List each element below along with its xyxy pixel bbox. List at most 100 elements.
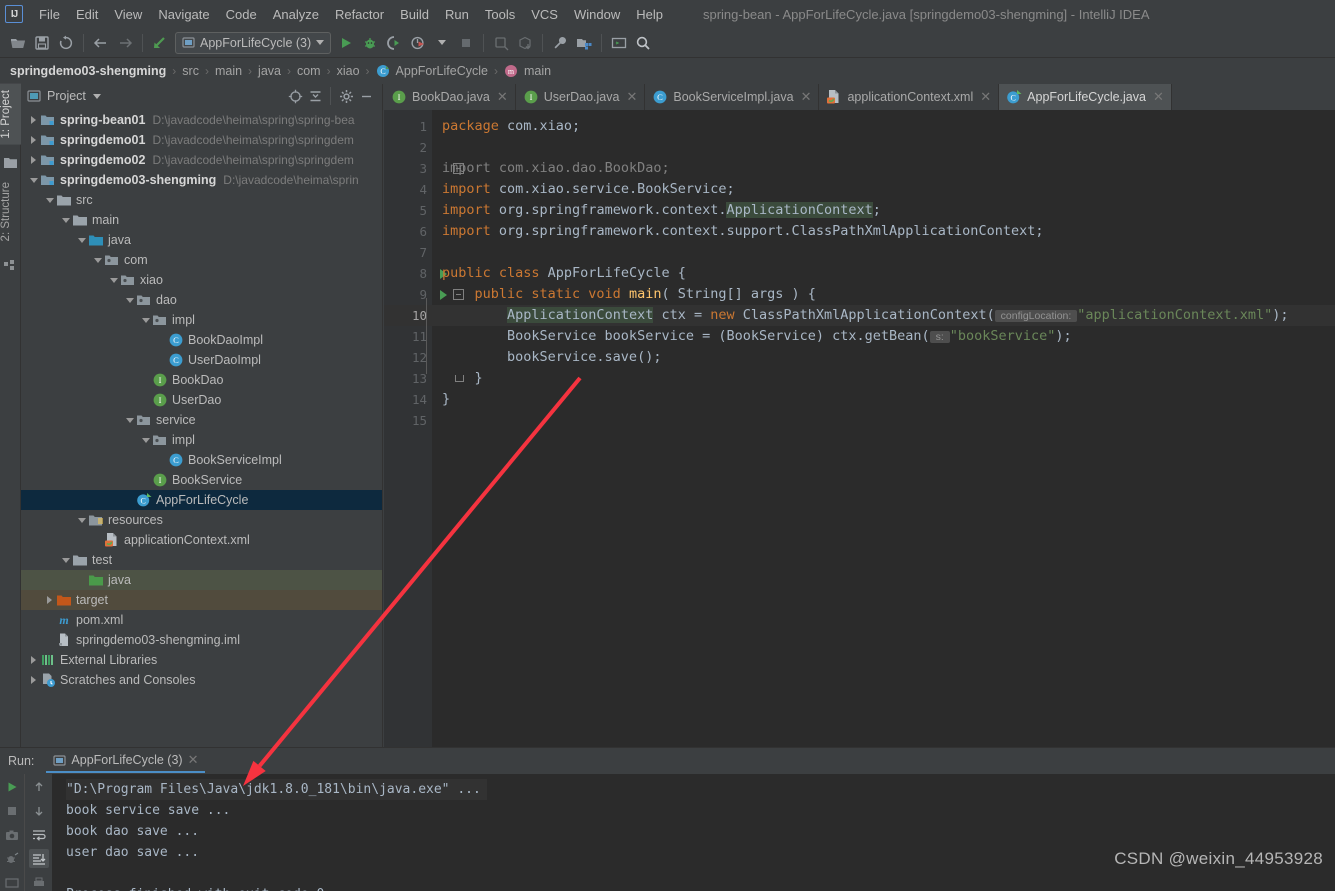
- gutter-line-8[interactable]: 8: [384, 263, 447, 284]
- undo-icon[interactable]: [148, 31, 172, 55]
- breadcrumb-item-springdemo03-shengming[interactable]: springdemo03-shengming: [10, 64, 166, 78]
- tree-row-impl[interactable]: impl: [21, 430, 382, 450]
- minimize-icon[interactable]: [356, 86, 376, 106]
- code-line-12[interactable]: bookService.save();: [432, 347, 1335, 368]
- code-text-area[interactable]: package com.xiao; import com.xiao.dao.Bo…: [432, 110, 1335, 747]
- chevron-down-icon[interactable]: [139, 314, 152, 327]
- close-icon[interactable]: ✕: [626, 89, 637, 105]
- menu-item-tools[interactable]: Tools: [477, 4, 523, 25]
- chevron-down-icon[interactable]: [139, 434, 152, 447]
- chevron-down-icon[interactable]: [75, 514, 88, 527]
- code-line-2[interactable]: [432, 137, 1335, 158]
- gutter-line-10[interactable]: 10: [384, 305, 432, 326]
- tree-row-service[interactable]: service: [21, 410, 382, 430]
- tree-row-springdemo01[interactable]: springdemo01 D:\javadcode\heima\spring\sp…: [21, 130, 382, 150]
- tree-row-dao[interactable]: dao: [21, 290, 382, 310]
- menu-item-view[interactable]: View: [106, 4, 150, 25]
- tree-row-pom-xml[interactable]: m pom.xml: [21, 610, 382, 630]
- run-icon[interactable]: [334, 31, 358, 55]
- code-line-13[interactable]: }: [432, 368, 1335, 389]
- gutter-line-3[interactable]: 3: [384, 158, 464, 179]
- chevron-down-icon-project[interactable]: [92, 93, 101, 99]
- print-icon[interactable]: [29, 873, 49, 891]
- thread-dump-icon[interactable]: [2, 849, 22, 868]
- sidebar-item-project[interactable]: 1: Project: [0, 84, 21, 145]
- code-line-3[interactable]: import com.xiao.dao.BookDao;: [432, 158, 1335, 179]
- chevron-right-icon[interactable]: [27, 674, 40, 687]
- sidebar-item-structure[interactable]: 2: Structure: [0, 176, 21, 247]
- menu-item-analyze[interactable]: Analyze: [265, 4, 327, 25]
- run-configuration-selector[interactable]: AppForLifeCycle (3): [175, 31, 332, 54]
- console-output[interactable]: "D:\Program Files\Java\jdk1.8.0_181\bin\…: [52, 774, 1335, 891]
- chevron-down-icon[interactable]: [59, 554, 72, 567]
- menu-item-window[interactable]: Window: [566, 4, 628, 25]
- tree-row-userdao[interactable]: I UserDao: [21, 390, 382, 410]
- menu-item-navigate[interactable]: Navigate: [150, 4, 217, 25]
- code-line-1[interactable]: package com.xiao;: [432, 116, 1335, 137]
- settings-wrench-icon[interactable]: [548, 31, 572, 55]
- chevron-right-icon[interactable]: [43, 594, 56, 607]
- editor-tab-bookserviceimpl-java[interactable]: C BookServiceImpl.java ✕: [645, 84, 820, 110]
- tree-row-appforlifecycle[interactable]: C AppForLifeCycle: [21, 490, 382, 510]
- gear-icon[interactable]: [336, 86, 356, 106]
- tree-row-java[interactable]: java: [21, 230, 382, 250]
- chevron-right-icon[interactable]: [27, 654, 40, 667]
- tree-row-external-libraries[interactable]: External Libraries: [21, 650, 382, 670]
- back-arrow-icon[interactable]: [89, 31, 113, 55]
- screenshot-icon[interactable]: [2, 826, 22, 845]
- tree-row-scratches-and-consoles[interactable]: Scratches and Consoles: [21, 670, 382, 690]
- soft-wrap-icon[interactable]: [29, 826, 49, 845]
- code-line-14[interactable]: }: [432, 389, 1335, 410]
- gutter-line-5[interactable]: 5: [384, 200, 432, 221]
- close-icon[interactable]: ✕: [801, 89, 812, 105]
- editor-gutter[interactable]: 1 2 3 4 5 6 7 8 9 10 11 12 13 14 15: [384, 110, 464, 747]
- chevron-down-icon[interactable]: [43, 194, 56, 207]
- scroll-up-icon[interactable]: [29, 778, 49, 797]
- tree-row-xiao[interactable]: xiao: [21, 270, 382, 290]
- chevron-down-icon[interactable]: [123, 294, 136, 307]
- gutter-line-15[interactable]: 15: [384, 410, 432, 431]
- tree-row-spring-bean01[interactable]: spring-bean01 D:\javadcode\heima\spring\s…: [21, 110, 382, 130]
- menu-item-build[interactable]: Build: [392, 4, 437, 25]
- gutter-line-13[interactable]: 13: [384, 368, 464, 389]
- editor-tab-bookdao-java[interactable]: I BookDao.java ✕: [384, 84, 516, 110]
- editor-tab-userdao-java[interactable]: I UserDao.java ✕: [516, 84, 646, 110]
- code-line-8[interactable]: public class AppForLifeCycle {: [432, 263, 1335, 284]
- code-line-9[interactable]: public static void main( String[] args )…: [432, 284, 1335, 305]
- tree-row-springdemo03-shengming[interactable]: springdemo03-shengming D:\javadcode\heima…: [21, 170, 382, 190]
- tree-row-impl[interactable]: impl: [21, 310, 382, 330]
- chevron-down-icon[interactable]: [75, 234, 88, 247]
- gutter-line-11[interactable]: 11: [384, 326, 432, 347]
- editor-tab-appforlifecycle-java[interactable]: C AppForLifeCycle.java ✕: [999, 84, 1172, 110]
- tree-row-bookdaoimpl[interactable]: C BookDaoImpl: [21, 330, 382, 350]
- close-icon[interactable]: ✕: [1153, 89, 1164, 105]
- code-line-7[interactable]: [432, 242, 1335, 263]
- console-icon[interactable]: [2, 873, 22, 891]
- collapse-all-icon[interactable]: [305, 86, 325, 106]
- tree-row-bookdao[interactable]: I BookDao: [21, 370, 382, 390]
- gutter-line-9[interactable]: 9: [384, 284, 464, 305]
- menu-item-code[interactable]: Code: [218, 4, 265, 25]
- tree-row-java[interactable]: java: [21, 570, 382, 590]
- breadcrumb-item-com[interactable]: com: [297, 64, 321, 78]
- tree-row-bookserviceimpl[interactable]: C BookServiceImpl: [21, 450, 382, 470]
- gutter-line-7[interactable]: 7: [384, 242, 432, 263]
- terminal-icon[interactable]: [607, 31, 631, 55]
- chevron-down-icon[interactable]: [59, 214, 72, 227]
- profiler-icon[interactable]: [406, 31, 430, 55]
- breadcrumb-item-src[interactable]: src: [182, 64, 199, 78]
- breadcrumb-item-xiao[interactable]: xiao: [337, 64, 360, 78]
- breadcrumb-item-appforlifecycle[interactable]: AppForLifeCycle: [396, 64, 488, 78]
- tree-row-bookservice[interactable]: I BookService: [21, 470, 382, 490]
- gutter-line-6[interactable]: 6: [384, 221, 432, 242]
- menu-item-run[interactable]: Run: [437, 4, 477, 25]
- gutter-line-2[interactable]: 2: [384, 137, 432, 158]
- debug-icon[interactable]: [358, 31, 382, 55]
- tree-row-applicationcontext-xml[interactable]: applicationContext.xml: [21, 530, 382, 550]
- tree-row-src[interactable]: src: [21, 190, 382, 210]
- run-coverage-icon[interactable]: [382, 31, 406, 55]
- chevron-down-icon[interactable]: [91, 254, 104, 267]
- tree-row-target[interactable]: target: [21, 590, 382, 610]
- chevron-down-icon[interactable]: [123, 414, 136, 427]
- menu-item-file[interactable]: File: [31, 4, 68, 25]
